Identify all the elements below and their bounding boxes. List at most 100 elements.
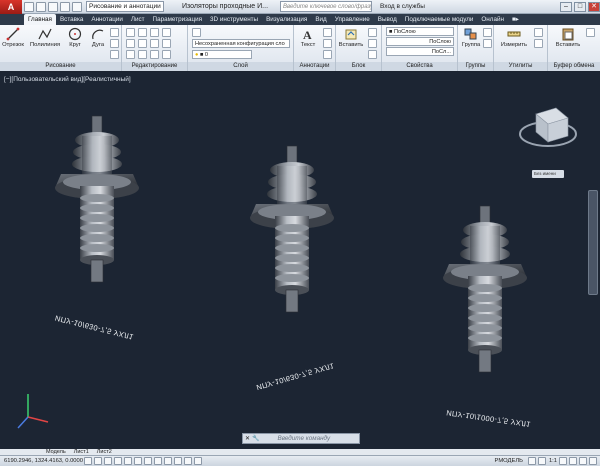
tab-annotate[interactable]: Аннотации — [87, 14, 126, 25]
insulator-model-3[interactable] — [442, 205, 528, 373]
current-layer-dropdown[interactable]: ● ■ 0 — [192, 50, 252, 59]
command-input[interactable]: Введите команду — [278, 435, 331, 442]
quick-props-toggle-icon[interactable] — [194, 457, 202, 465]
paste-button[interactable]: Вставить — [554, 27, 582, 60]
ducs-toggle-icon[interactable] — [154, 457, 162, 465]
fullscreen-icon[interactable] — [589, 457, 597, 465]
workspace-dropdown[interactable]: Рисование и аннотации — [86, 1, 164, 12]
undo-icon[interactable] — [60, 1, 70, 12]
restore-button[interactable]: □ — [574, 1, 586, 12]
transparency-toggle-icon[interactable] — [184, 457, 192, 465]
close-button[interactable]: ✕ — [588, 1, 600, 12]
viewcube[interactable] — [519, 107, 577, 147]
viewcube-ucs-menu[interactable]: Без имени — [532, 170, 564, 178]
lineweight-dropdown[interactable]: ПоСл... — [386, 47, 454, 56]
create-block-icon[interactable] — [368, 28, 377, 37]
save-icon[interactable] — [48, 1, 58, 12]
table-icon[interactable] — [323, 50, 332, 59]
tab-parametric[interactable]: Параметризация — [149, 14, 206, 25]
otrack-toggle-icon[interactable] — [144, 457, 152, 465]
command-options-icon[interactable]: 🔧 — [252, 435, 259, 442]
workspace-switch-icon[interactable] — [559, 457, 567, 465]
app-menu-button[interactable]: A — [0, 0, 22, 14]
annotation-scale-value[interactable]: 1:1 — [549, 458, 557, 464]
rectangle-icon[interactable] — [110, 28, 119, 37]
rotate-icon[interactable] — [138, 28, 147, 37]
lineweight-toggle-icon[interactable] — [174, 457, 182, 465]
offset-icon[interactable] — [162, 50, 171, 59]
lock-icon[interactable] — [569, 457, 577, 465]
tab-3d-tools[interactable]: 3D инструменты — [206, 14, 262, 25]
tab-manage[interactable]: Управление — [331, 14, 374, 25]
mirror-icon[interactable] — [138, 39, 147, 48]
snap-toggle-icon[interactable] — [84, 457, 92, 465]
insert-block-button[interactable]: Вставить — [338, 27, 364, 60]
stretch-icon[interactable] — [126, 50, 135, 59]
quick-calc-icon[interactable] — [534, 28, 543, 37]
leader-icon[interactable] — [323, 39, 332, 48]
block-attributes-icon[interactable] — [368, 50, 377, 59]
draw-more-icon[interactable] — [110, 50, 119, 59]
group-edit-icon[interactable] — [483, 39, 492, 48]
hatch-icon[interactable] — [110, 39, 119, 48]
insulator-model-2[interactable] — [249, 145, 335, 313]
new-file-icon[interactable] — [24, 1, 34, 12]
grid-toggle-icon[interactable] — [94, 457, 102, 465]
tab-insert[interactable]: Вставка — [56, 14, 87, 25]
open-file-icon[interactable] — [36, 1, 46, 12]
tab-home[interactable]: Главная — [24, 14, 56, 25]
tab-layout[interactable]: Лист — [127, 14, 149, 25]
clipboard-panel-label: Буфер обмена — [548, 62, 600, 71]
array-icon[interactable] — [150, 50, 159, 59]
sign-in-link[interactable]: Вход в службы — [380, 3, 425, 10]
coordinates-readout[interactable]: 6190.2946, 1324.4163, 0.0000 — [0, 458, 83, 464]
dimension-icon[interactable] — [323, 28, 332, 37]
arc-button[interactable]: Дуга — [86, 27, 110, 60]
tab-online[interactable]: Онлайн — [477, 14, 508, 25]
minimize-button[interactable]: – — [560, 1, 572, 12]
layer-state-dropdown[interactable]: Несохраненная конфигурация сло — [192, 39, 290, 48]
id-point-icon[interactable] — [534, 39, 543, 48]
navigation-bar[interactable] — [588, 190, 598, 295]
3dosnap-toggle-icon[interactable] — [134, 457, 142, 465]
polar-toggle-icon[interactable] — [114, 457, 122, 465]
line-button[interactable]: Отрезок — [1, 27, 25, 60]
edit-block-icon[interactable] — [368, 39, 377, 48]
move-icon[interactable] — [126, 28, 135, 37]
trim-icon[interactable] — [150, 28, 159, 37]
command-close-icon[interactable]: ✕ — [245, 435, 250, 442]
tab-view[interactable]: Вид — [311, 14, 330, 25]
search-input[interactable]: Введите ключевое слово/фразу — [280, 1, 372, 12]
tab-output[interactable]: Вывод — [374, 14, 401, 25]
text-button[interactable]: A Текст — [296, 27, 320, 60]
measure-button[interactable]: Измерить — [498, 27, 530, 60]
ungroup-icon[interactable] — [483, 28, 492, 37]
erase-icon[interactable] — [162, 28, 171, 37]
groups-panel-label: Группы — [458, 62, 493, 71]
linetype-dropdown[interactable]: ПоСлою — [386, 37, 454, 46]
explode-icon[interactable] — [162, 39, 171, 48]
ortho-toggle-icon[interactable] — [104, 457, 112, 465]
tab-render[interactable]: Визуализация — [262, 14, 311, 25]
dyn-toggle-icon[interactable] — [164, 457, 172, 465]
viewport-grid-icon[interactable] — [527, 457, 536, 465]
model-space-button[interactable]: РМОДЕЛЬ — [492, 458, 526, 464]
annotation-scale-icon[interactable] — [537, 457, 546, 465]
tab-plugins[interactable]: Подключаемые модули — [401, 14, 478, 25]
copy-clip-icon[interactable] — [586, 28, 595, 37]
layer-properties-icon[interactable] — [192, 28, 201, 37]
osnap-toggle-icon[interactable] — [124, 457, 132, 465]
model-viewport[interactable]: [−][Пользовательский вид][Реалистичный] — [0, 72, 600, 449]
tab-overflow[interactable]: ■▸ — [508, 14, 523, 25]
command-line[interactable]: ✕ 🔧 Введите команду — [242, 433, 360, 444]
scale-icon[interactable] — [138, 50, 147, 59]
group-button[interactable]: Группа — [460, 27, 482, 60]
isolate-icon[interactable] — [579, 457, 587, 465]
circle-button[interactable]: Круг — [63, 27, 87, 60]
color-dropdown[interactable]: ■ ПоСлою — [386, 27, 454, 36]
fillet-icon[interactable] — [150, 39, 159, 48]
redo-icon[interactable] — [72, 1, 82, 12]
copy-icon[interactable] — [126, 39, 135, 48]
insulator-model-1[interactable] — [54, 115, 140, 283]
polyline-button[interactable]: Полилиния — [30, 27, 60, 60]
